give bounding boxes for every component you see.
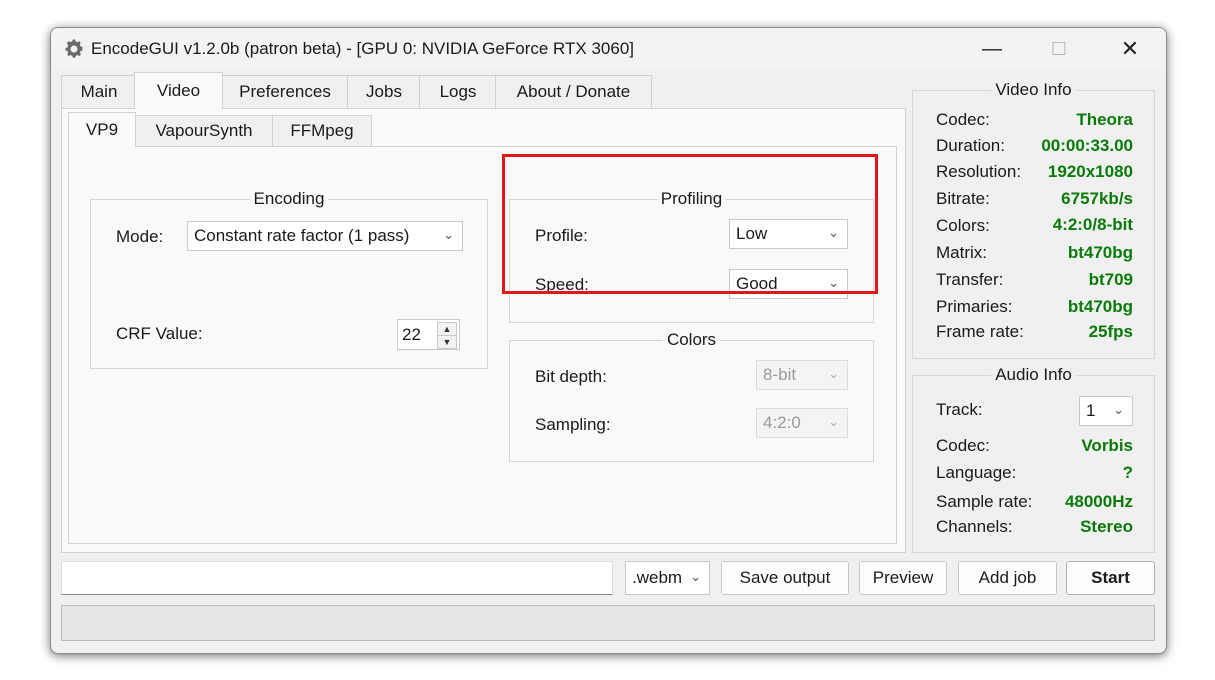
sampling-label: Sampling: <box>535 415 611 434</box>
tab-video[interactable]: Video <box>134 72 223 109</box>
colors-group: Colors Bit depth: 8-bit ⌄ Sampling: 4:2:… <box>509 330 874 462</box>
chevron-down-icon: ⌄ <box>828 414 839 429</box>
mode-label: Mode: <box>116 227 164 246</box>
track-select-value: 1 <box>1086 401 1096 420</box>
channels-label: Channels: <box>936 517 1013 536</box>
audio-codec-label: Codec: <box>936 436 990 455</box>
crf-label: CRF Value: <box>116 324 203 343</box>
close-button[interactable]: ✕ <box>1107 28 1153 70</box>
tab-about-donate[interactable]: About / Donate <box>495 75 652 108</box>
tab-main[interactable]: Main <box>61 75 137 108</box>
video-codec-value: Theora <box>1076 110 1133 129</box>
bitdepth-select-value: 8-bit <box>763 365 797 384</box>
audio-codec-value: Vorbis <box>1081 436 1133 455</box>
sample-rate-value: 48000Hz <box>1064 492 1133 511</box>
decrement-arrow-icon[interactable]: ▼ <box>437 335 457 349</box>
chevron-down-icon: ⌄ <box>690 569 701 584</box>
sample-rate-label: Sample rate: <box>936 492 1033 511</box>
title-bar: EncodeGUI v1.2.0b (patron beta) - [GPU 0… <box>51 28 1166 70</box>
bitdepth-label: Bit depth: <box>535 367 607 386</box>
container-select-value: .webm <box>632 568 683 587</box>
colors-label: Colors: <box>936 216 990 235</box>
resolution-value: 1920x1080 <box>1047 162 1133 181</box>
audio-info-group: Audio Info Track: 1 ⌄ Codec: Vorbis Lang… <box>912 365 1155 553</box>
video-info-group: Video Info Codec: Theora Duration: 00:00… <box>912 80 1155 359</box>
track-label: Track: <box>936 400 983 419</box>
colors-group-title: Colors <box>662 330 721 349</box>
transfer-label: Transfer: <box>936 270 1004 289</box>
subtab-ffmpeg[interactable]: FFMpeg <box>272 115 372 146</box>
subtab-vp9[interactable]: VP9 <box>68 112 136 147</box>
colors-value: 4:2:0/8-bit <box>1052 215 1133 234</box>
tab-jobs[interactable]: Jobs <box>347 75 421 108</box>
subtab-vapoursynth[interactable]: VapourSynth <box>134 115 274 146</box>
primaries-value: bt470bg <box>1067 297 1133 316</box>
app-window: EncodeGUI v1.2.0b (patron beta) - [GPU 0… <box>50 27 1167 654</box>
matrix-value: bt470bg <box>1067 243 1133 262</box>
minimize-button[interactable]: — <box>969 28 1015 70</box>
audio-info-title: Audio Info <box>991 365 1076 384</box>
increment-arrow-icon[interactable]: ▲ <box>437 322 457 336</box>
crf-value: 22 <box>402 325 421 344</box>
crf-stepper[interactable]: 22 ▲ ▼ <box>397 319 460 350</box>
container-select[interactable]: .webm ⌄ <box>625 561 710 595</box>
maximize-button[interactable]: ☐ <box>1036 28 1082 70</box>
matrix-label: Matrix: <box>936 243 987 262</box>
duration-value: 00:00:33.00 <box>1041 136 1133 155</box>
preview-button[interactable]: Preview <box>859 561 947 595</box>
channels-value: Stereo <box>1080 517 1133 536</box>
tab-preferences[interactable]: Preferences <box>221 75 349 108</box>
gear-icon <box>65 39 83 58</box>
transfer-value: bt709 <box>1088 270 1133 289</box>
video-info-title: Video Info <box>991 80 1076 99</box>
chevron-down-icon: ⌄ <box>1113 402 1124 417</box>
sampling-select-value: 4:2:0 <box>763 413 801 432</box>
language-value: ? <box>1122 463 1133 482</box>
bitrate-value: 6757kb/s <box>1061 189 1133 208</box>
video-codec-label: Codec: <box>936 110 990 129</box>
save-output-button[interactable]: Save output <box>721 561 849 595</box>
language-label: Language: <box>936 463 1017 482</box>
profiling-highlight-box <box>502 154 878 294</box>
add-job-button[interactable]: Add job <box>958 561 1057 595</box>
resolution-label: Resolution: <box>936 162 1022 181</box>
sampling-select[interactable]: 4:2:0 ⌄ <box>756 408 848 438</box>
tab-logs[interactable]: Logs <box>419 75 497 108</box>
frame-rate-label: Frame rate: <box>936 322 1024 341</box>
bitdepth-select[interactable]: 8-bit ⌄ <box>756 360 848 390</box>
primaries-label: Primaries: <box>936 297 1013 316</box>
mode-select-value: Constant rate factor (1 pass) <box>194 226 410 245</box>
track-select[interactable]: 1 ⌄ <box>1079 396 1133 426</box>
output-path-input[interactable] <box>61 561 613 595</box>
progress-bar <box>61 605 1155 641</box>
bitrate-label: Bitrate: <box>936 189 990 208</box>
frame-rate-value: 25fps <box>1088 322 1133 341</box>
mode-select[interactable]: Constant rate factor (1 pass) ⌄ <box>187 221 463 251</box>
chevron-down-icon: ⌄ <box>443 227 454 242</box>
window-title: EncodeGUI v1.2.0b (patron beta) - [GPU 0… <box>91 39 634 58</box>
encoding-group-title: Encoding <box>249 189 329 208</box>
start-button[interactable]: Start <box>1066 561 1155 595</box>
duration-label: Duration: <box>936 136 1005 155</box>
chevron-down-icon: ⌄ <box>828 366 839 381</box>
